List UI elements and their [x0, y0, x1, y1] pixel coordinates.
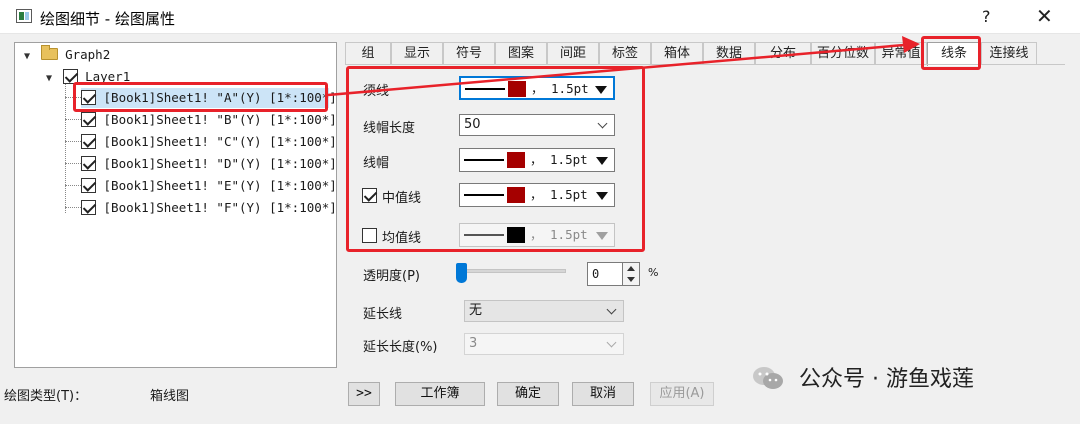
wechat-icon [753, 367, 783, 389]
arrow-shaft [327, 43, 905, 97]
watermark-text: 公众号 · 游鱼戏莲 [799, 367, 974, 392]
watermark: 公众号 · 游鱼戏莲 [752, 361, 974, 393]
arrow-head [902, 36, 920, 53]
